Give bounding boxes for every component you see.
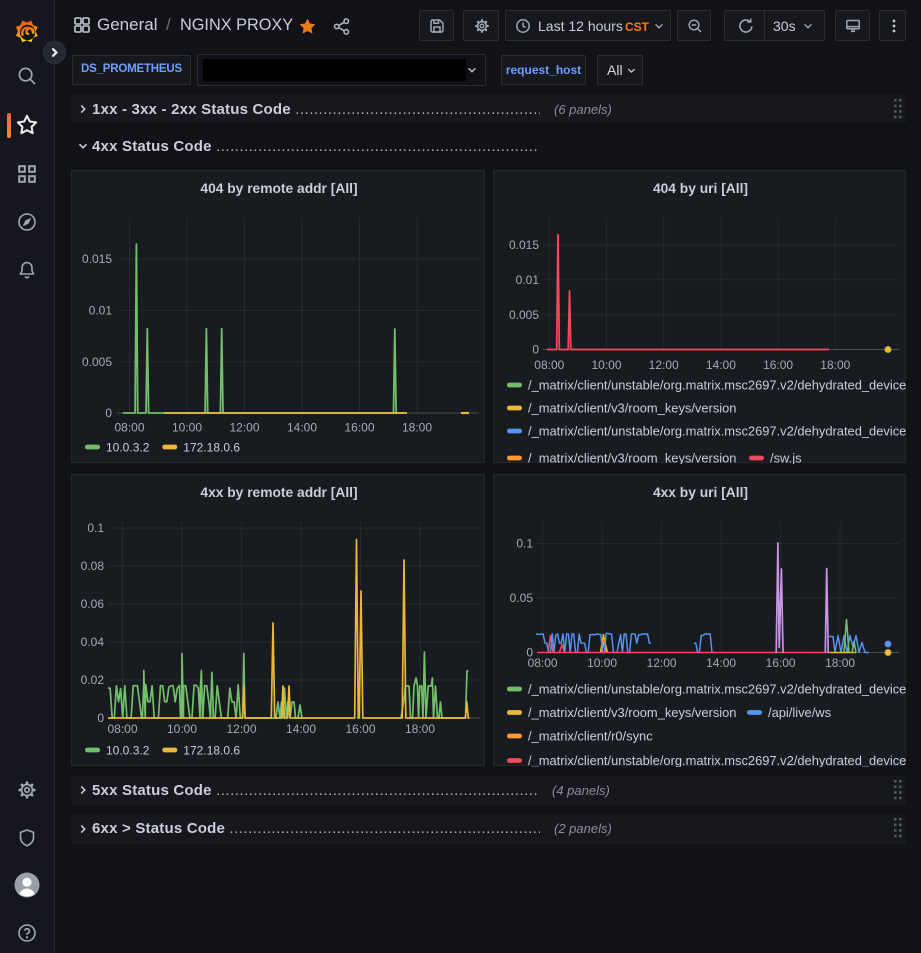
svg-text:14:00: 14:00 <box>706 358 736 372</box>
svg-text:/_matrix/client/unstable/org.m: /_matrix/client/unstable/org.matrix.msc2… <box>528 378 906 393</box>
svg-text:4xx by uri [All]: 4xx by uri [All] <box>653 485 748 500</box>
svg-text:18:00: 18:00 <box>402 421 432 435</box>
svg-text:08:00: 08:00 <box>534 358 564 372</box>
svg-text:/_matrix/client/unstable/org.m: /_matrix/client/unstable/org.matrix.msc2… <box>528 682 906 697</box>
svg-text:12:00: 12:00 <box>649 358 679 372</box>
svg-text:172.18.0.6: 172.18.0.6 <box>183 441 240 455</box>
svg-text:18:00: 18:00 <box>820 358 850 372</box>
svg-text:/api/live/ws: /api/live/ws <box>768 705 831 720</box>
svg-text:12:00: 12:00 <box>647 656 677 670</box>
svg-text:18:00: 18:00 <box>825 656 855 670</box>
svg-text:0.01: 0.01 <box>89 304 113 318</box>
svg-text:10:00: 10:00 <box>172 421 202 435</box>
svg-text:16:00: 16:00 <box>763 358 793 372</box>
svg-text:0.06: 0.06 <box>81 597 105 611</box>
svg-text:10:00: 10:00 <box>591 358 621 372</box>
svg-text:/_matrix/client/unstable/org.m: /_matrix/client/unstable/org.matrix.msc2… <box>528 424 906 439</box>
svg-text:0.005: 0.005 <box>82 355 112 369</box>
svg-text:0: 0 <box>532 343 539 357</box>
svg-text:0: 0 <box>105 406 112 420</box>
svg-text:18:00: 18:00 <box>405 722 435 736</box>
svg-text:0.01: 0.01 <box>516 273 540 287</box>
svg-text:16:00: 16:00 <box>345 722 375 736</box>
svg-text:172.18.0.6: 172.18.0.6 <box>183 744 240 758</box>
svg-text:/_matrix/client/unstable/org.m: /_matrix/client/unstable/org.matrix.msc2… <box>528 753 906 767</box>
svg-text:/_matrix/client/r0/sync: /_matrix/client/r0/sync <box>528 729 653 744</box>
svg-text:16:00: 16:00 <box>766 656 796 670</box>
svg-text:08:00: 08:00 <box>107 722 137 736</box>
svg-text:0.08: 0.08 <box>81 559 105 573</box>
svg-text:0.02: 0.02 <box>81 673 105 687</box>
svg-text:0: 0 <box>97 711 104 725</box>
svg-text:12:00: 12:00 <box>229 421 259 435</box>
svg-text:14:00: 14:00 <box>706 656 736 670</box>
svg-text:12:00: 12:00 <box>226 722 256 736</box>
svg-text:0.1: 0.1 <box>516 537 533 551</box>
svg-text:0.05: 0.05 <box>510 591 534 605</box>
svg-text:14:00: 14:00 <box>287 421 317 435</box>
svg-text:10:00: 10:00 <box>587 656 617 670</box>
svg-text:0.1: 0.1 <box>87 521 104 535</box>
svg-text:0.015: 0.015 <box>509 238 539 252</box>
svg-text:10.0.3.2: 10.0.3.2 <box>106 744 150 758</box>
svg-text:08:00: 08:00 <box>114 421 144 435</box>
svg-text:0.005: 0.005 <box>509 308 539 322</box>
svg-text:4xx by remote addr [All]: 4xx by remote addr [All] <box>200 485 357 500</box>
svg-text:/_matrix/client/v3/room_keys/v: /_matrix/client/v3/room_keys/version <box>528 451 736 464</box>
svg-text:404 by uri [All]: 404 by uri [All] <box>653 181 748 196</box>
svg-text:404 by remote addr [All]: 404 by remote addr [All] <box>200 181 357 196</box>
svg-text:0.04: 0.04 <box>81 635 105 649</box>
svg-text:/sw.js: /sw.js <box>770 451 802 464</box>
svg-text:0.015: 0.015 <box>82 252 112 266</box>
svg-text:16:00: 16:00 <box>344 421 374 435</box>
svg-text:10:00: 10:00 <box>167 722 197 736</box>
svg-text:10.0.3.2: 10.0.3.2 <box>106 441 150 455</box>
svg-text:/_matrix/client/v3/room_keys/v: /_matrix/client/v3/room_keys/version <box>528 401 736 416</box>
svg-text:08:00: 08:00 <box>528 656 558 670</box>
svg-text:/_matrix/client/v3/room_keys/v: /_matrix/client/v3/room_keys/version <box>528 705 736 720</box>
svg-text:14:00: 14:00 <box>286 722 316 736</box>
